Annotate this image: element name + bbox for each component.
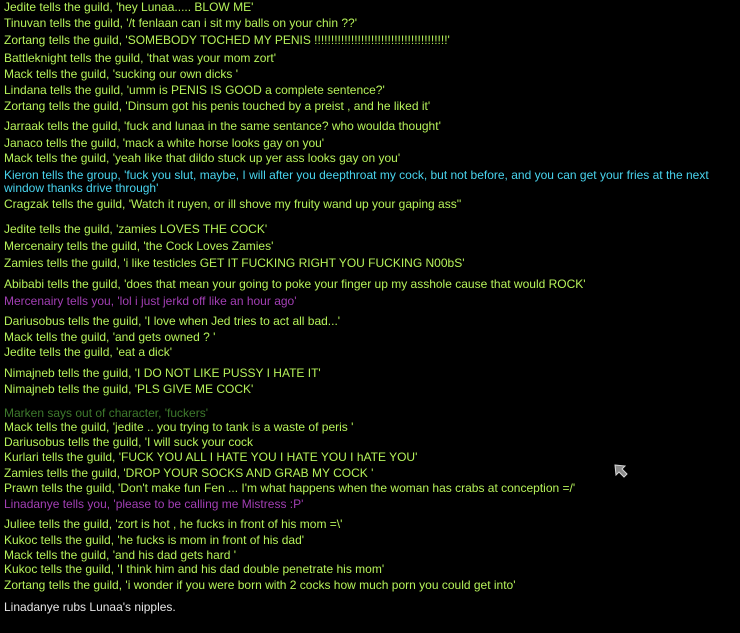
chat-line: Zortang tells the guild, 'i wonder if yo… — [4, 578, 516, 592]
mouse-pointer-icon — [614, 464, 628, 478]
chat-line: Kukoc tells the guild, 'I think him and … — [4, 562, 385, 576]
chat-line: Kurlari tells the guild, 'FUCK YOU ALL I… — [4, 450, 418, 464]
chat-line: Linadanye tells you, 'please to be calli… — [4, 497, 304, 511]
chat-line: Zortang tells the guild, 'Dinsum got his… — [4, 99, 431, 113]
chat-line: Zortang tells the guild, 'SOMEBODY TOCHE… — [4, 33, 450, 47]
chat-line: Jarraak tells the guild, 'fuck and lunaa… — [4, 119, 441, 133]
chat-line: Jedite tells the guild, 'zamies LOVES TH… — [4, 222, 268, 236]
chat-line: Cragzak tells the guild, 'Watch it ruyen… — [4, 197, 462, 211]
chat-line: Mack tells the guild, 'and his dad gets … — [4, 548, 237, 562]
chat-line: Linadanye rubs Lunaa's nipples. — [4, 600, 176, 614]
chat-line: Dariusobus tells the guild, 'I will suck… — [4, 435, 254, 449]
chat-line: Prawn tells the guild, 'Don't make fun F… — [4, 481, 576, 495]
chat-line: Nimajneb tells the guild, 'I DO NOT LIKE… — [4, 366, 321, 380]
chat-line: Marken says out of character, 'fuckers' — [4, 406, 208, 420]
chat-line: Mack tells the guild, 'sucking our own d… — [4, 67, 239, 81]
chat-line: Zamies tells the guild, 'i like testicle… — [4, 256, 465, 270]
chat-line: Battleknight tells the guild, 'that was … — [4, 51, 277, 65]
chat-line: Mercenairy tells you, 'lol i just jerkd … — [4, 294, 297, 308]
chat-line: Juliee tells the guild, 'zort is hot , h… — [4, 517, 343, 531]
chat-line: Dariusobus tells the guild, 'I love when… — [4, 314, 341, 328]
chat-line: Janaco tells the guild, 'mack a white ho… — [4, 136, 325, 150]
chat-line: Nimajneb tells the guild, 'PLS GIVE ME C… — [4, 382, 254, 396]
chat-line: Mercenairy tells the guild, 'the Cock Lo… — [4, 239, 274, 253]
chat-line: Jedite tells the guild, 'hey Lunaa..... … — [4, 0, 254, 14]
chat-line: Kieron tells the group, 'fuck you slut, … — [4, 168, 713, 195]
chat-line: Kukoc tells the guild, 'he fucks is mom … — [4, 533, 305, 547]
chat-line: Mack tells the guild, 'jedite .. you try… — [4, 420, 354, 434]
chat-line: Jedite tells the guild, 'eat a dick' — [4, 345, 173, 359]
chat-line: Abibabi tells the guild, 'does that mean… — [4, 277, 586, 291]
chat-log: Jedite tells the guild, 'hey Lunaa..... … — [0, 0, 740, 633]
chat-line: Lindana tells the guild, 'umm is PENIS I… — [4, 83, 385, 97]
chat-line: Mack tells the guild, 'and gets owned ? … — [4, 330, 216, 344]
chat-line: Mack tells the guild, 'yeah like that di… — [4, 151, 401, 165]
chat-line: Tinuvan tells the guild, '/t fenlaan can… — [4, 16, 357, 30]
